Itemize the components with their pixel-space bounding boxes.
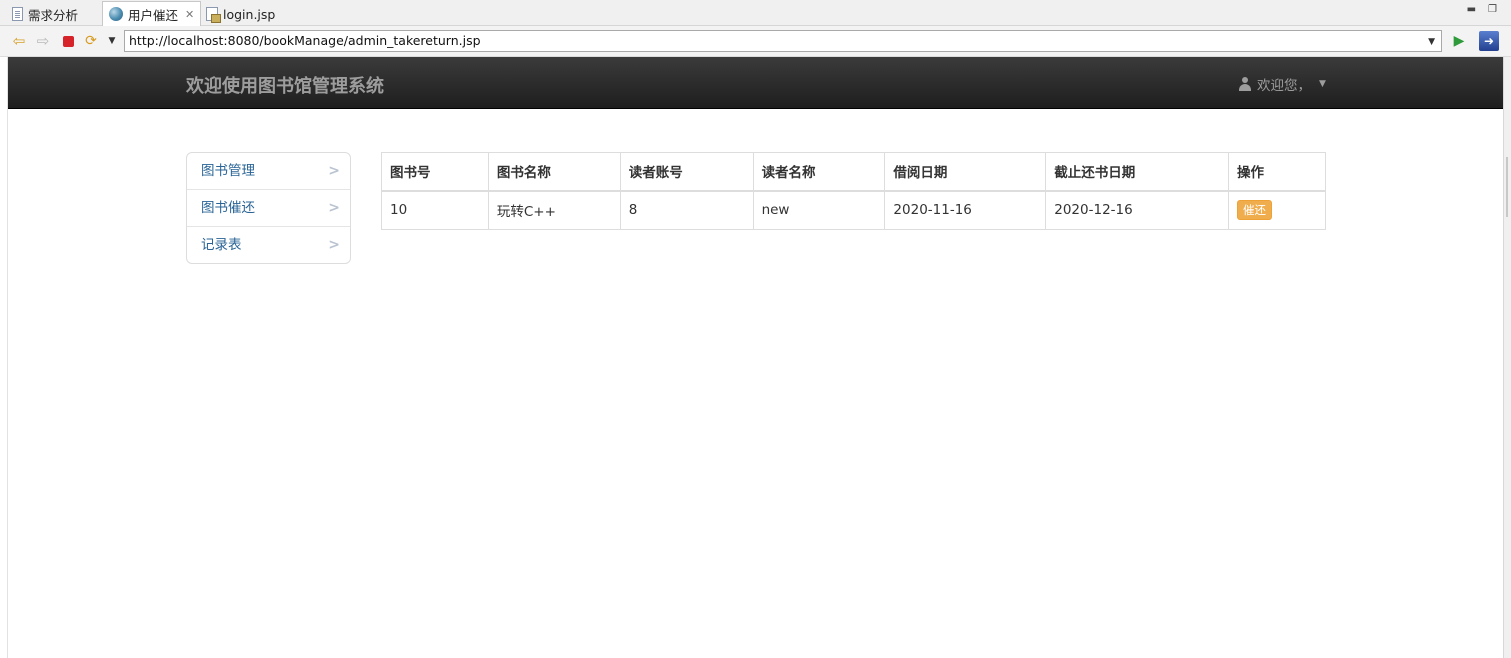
restore-icon[interactable]: ❐	[1488, 4, 1497, 15]
column-header: 截止还书日期	[1045, 152, 1230, 192]
window-controls: ▬ ❐	[1467, 4, 1497, 15]
url-field[interactable]: http://localhost:8080/bookManage/admin_t…	[124, 30, 1442, 52]
sidebar-item-book-management[interactable]: 图书管理 >	[187, 153, 350, 190]
cell-book-name: 玩转C++	[487, 190, 621, 230]
caret-down-icon: ▼	[1319, 79, 1326, 89]
remind-button[interactable]: 催还	[1237, 200, 1273, 221]
tab-requirements[interactable]: 需求分析	[6, 2, 84, 26]
refresh-icon[interactable]: ⟳	[82, 32, 100, 50]
table-row: 10 玩转C++ 8 new 2020-11-16 2020-12-16 催还	[381, 190, 1326, 230]
tab-label: 用户催还	[128, 7, 179, 23]
sidebar-item-label: 记录表	[201, 237, 242, 253]
tab-user-remind[interactable]: 用户催还 ✕	[102, 1, 202, 26]
chevron-down-icon[interactable]: ▼	[1428, 34, 1435, 50]
close-icon[interactable]: ✕	[185, 8, 194, 21]
cell-due-date: 2020-12-16	[1045, 190, 1230, 230]
url-text: http://localhost:8080/bookManage/admin_t…	[129, 33, 481, 48]
external-browser-icon[interactable]: ➜	[1479, 31, 1499, 51]
tab-label: login.jsp	[223, 6, 276, 22]
cell-action: 催还	[1228, 190, 1326, 230]
column-header: 读者账号	[619, 152, 754, 192]
tab-label: 需求分析	[28, 7, 79, 23]
dropdown-arrow-icon[interactable]: ▼	[103, 32, 121, 50]
column-header: 图书名称	[487, 152, 621, 192]
cell-reader-name: new	[752, 190, 886, 230]
cell-book-id: 10	[381, 190, 489, 230]
cell-borrow-date: 2020-11-16	[884, 190, 1047, 230]
app-navbar: 欢迎使用图书馆管理系统 欢迎您， ▼	[8, 57, 1503, 109]
globe-icon	[109, 7, 123, 21]
editor-tab-strip: 需求分析 用户催还 ✕ login.jsp ▬ ❐	[0, 0, 1511, 26]
column-header: 借阅日期	[884, 152, 1047, 192]
user-greeting: 欢迎您，	[1257, 78, 1311, 94]
sidebar-item-label: 图书催还	[201, 200, 255, 216]
chevron-right-icon: >	[328, 200, 340, 216]
borrow-table: 图书号 图书名称 读者账号 读者名称 借阅日期 截止还书日期 操作 10 玩转C…	[381, 152, 1326, 230]
document-icon	[12, 7, 23, 21]
left-gutter	[0, 57, 8, 658]
side-nav: 图书管理 > 图书催还 > 记录表 >	[186, 152, 351, 264]
chevron-right-icon: >	[328, 237, 340, 253]
column-header: 读者名称	[752, 152, 886, 192]
column-header: 图书号	[381, 152, 489, 192]
minimize-icon[interactable]: ▬	[1467, 4, 1476, 15]
user-menu[interactable]: 欢迎您， ▼	[1238, 74, 1326, 94]
sidebar-item-label: 图书管理	[201, 163, 255, 179]
user-icon	[1238, 77, 1252, 91]
cell-reader-account: 8	[619, 190, 754, 230]
brand-title[interactable]: 欢迎使用图书馆管理系统	[186, 72, 384, 98]
sidebar-item-book-remind[interactable]: 图书催还 >	[187, 190, 350, 227]
column-header: 操作	[1228, 152, 1326, 192]
vertical-scrollbar[interactable]	[1503, 57, 1511, 658]
jsp-file-icon	[206, 7, 221, 23]
browser-toolbar: ⇦ ⇨ ⟳ ▼ http://localhost:8080/bookManage…	[0, 26, 1511, 57]
forward-arrow-icon[interactable]: ⇨	[34, 32, 52, 50]
tab-login-jsp[interactable]: login.jsp	[200, 2, 281, 26]
table-header-row: 图书号 图书名称 读者账号 读者名称 借阅日期 截止还书日期 操作	[381, 152, 1326, 192]
chevron-right-icon: >	[328, 163, 340, 179]
back-arrow-icon[interactable]: ⇦	[10, 32, 28, 50]
stop-icon[interactable]	[59, 32, 77, 50]
go-icon[interactable]: ▶	[1450, 32, 1468, 50]
sidebar-item-records[interactable]: 记录表 >	[187, 227, 350, 263]
